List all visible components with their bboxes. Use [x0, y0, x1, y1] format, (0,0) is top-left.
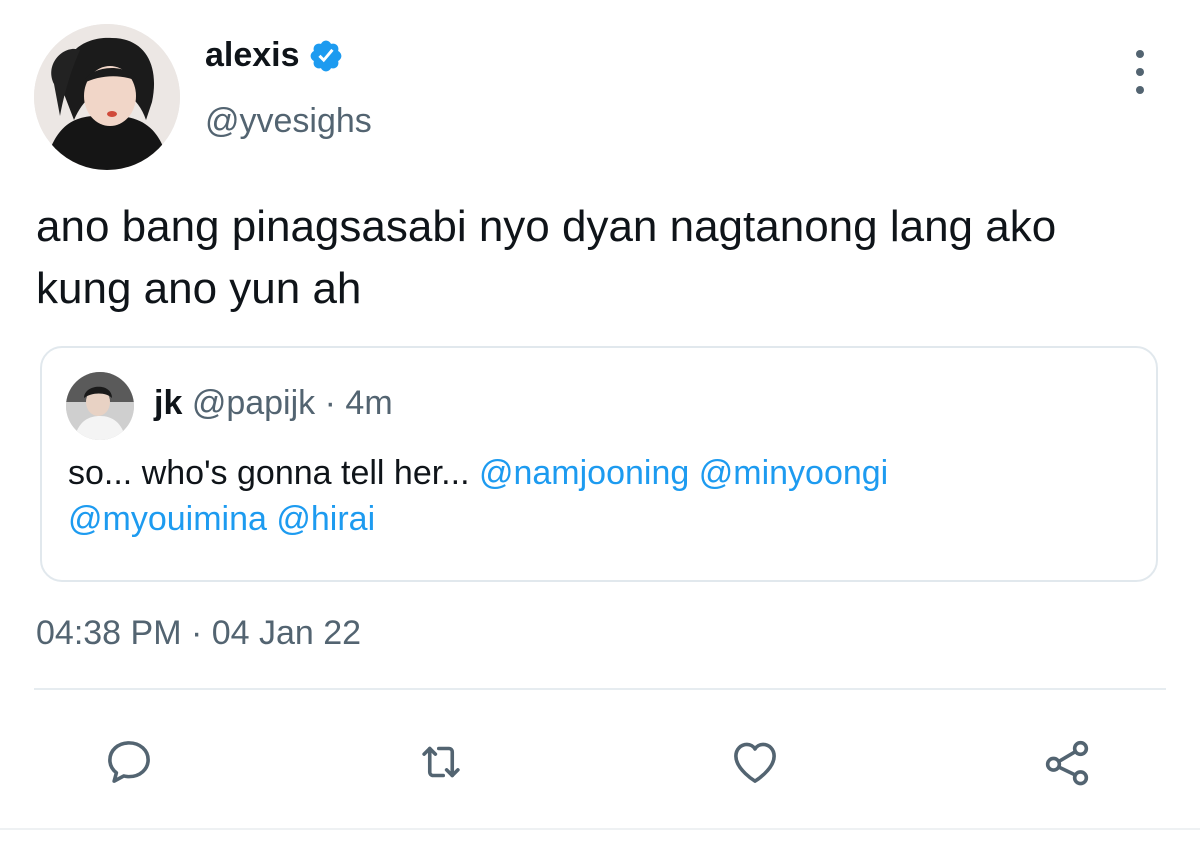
tweet-timestamp[interactable]: 04:38 PM · 04 Jan 22: [36, 614, 361, 653]
quoted-author-name[interactable]: jk: [154, 384, 182, 422]
author-handle[interactable]: @yvesighs: [205, 102, 372, 141]
retweet-icon: [422, 746, 460, 778]
mention-link[interactable]: @minyoongi: [699, 454, 889, 492]
share-button[interactable]: [1038, 733, 1096, 791]
quoted-author-avatar[interactable]: [66, 372, 134, 440]
mention-link[interactable]: @myouimina: [68, 500, 267, 538]
author-name-text: alexis: [205, 36, 300, 74]
share-icon: [1045, 740, 1089, 786]
retweet-button[interactable]: [412, 733, 470, 791]
mention-link[interactable]: @namjooning: [479, 454, 689, 492]
quoted-header: jk @papijk · 4m: [154, 384, 393, 423]
like-icon: [734, 742, 776, 783]
more-dot-icon: [1136, 68, 1144, 76]
quoted-separator: ·: [324, 384, 336, 422]
reply-button[interactable]: [100, 733, 158, 791]
tweet-detail: alexis @yvesighs ano bang pinagsasabi ny…: [0, 0, 1200, 844]
more-dot-icon: [1136, 86, 1144, 94]
quoted-tweet-card[interactable]: jk @papijk · 4m so... who's gonna tell h…: [40, 346, 1158, 582]
more-options-button[interactable]: [1122, 50, 1158, 94]
author-avatar[interactable]: [34, 24, 180, 170]
tweet-text: ano bang pinagsasabi nyo dyan nagtanong …: [36, 202, 1057, 313]
divider: [34, 688, 1166, 690]
bottom-divider: [0, 828, 1200, 830]
quoted-tweet-text: so... who's gonna tell her... @namjoonin…: [68, 450, 1128, 542]
quoted-text-prefix: so... who's gonna tell her...: [68, 454, 479, 492]
reply-icon: [108, 741, 150, 783]
verified-badge-icon: [310, 40, 341, 71]
more-dot-icon: [1136, 50, 1144, 58]
quoted-author-handle[interactable]: @papijk: [192, 384, 315, 422]
quoted-time[interactable]: 4m: [345, 384, 392, 422]
like-button[interactable]: [726, 733, 784, 791]
mention-link[interactable]: @hirai: [276, 500, 375, 538]
author-display-name[interactable]: alexis: [205, 36, 344, 75]
